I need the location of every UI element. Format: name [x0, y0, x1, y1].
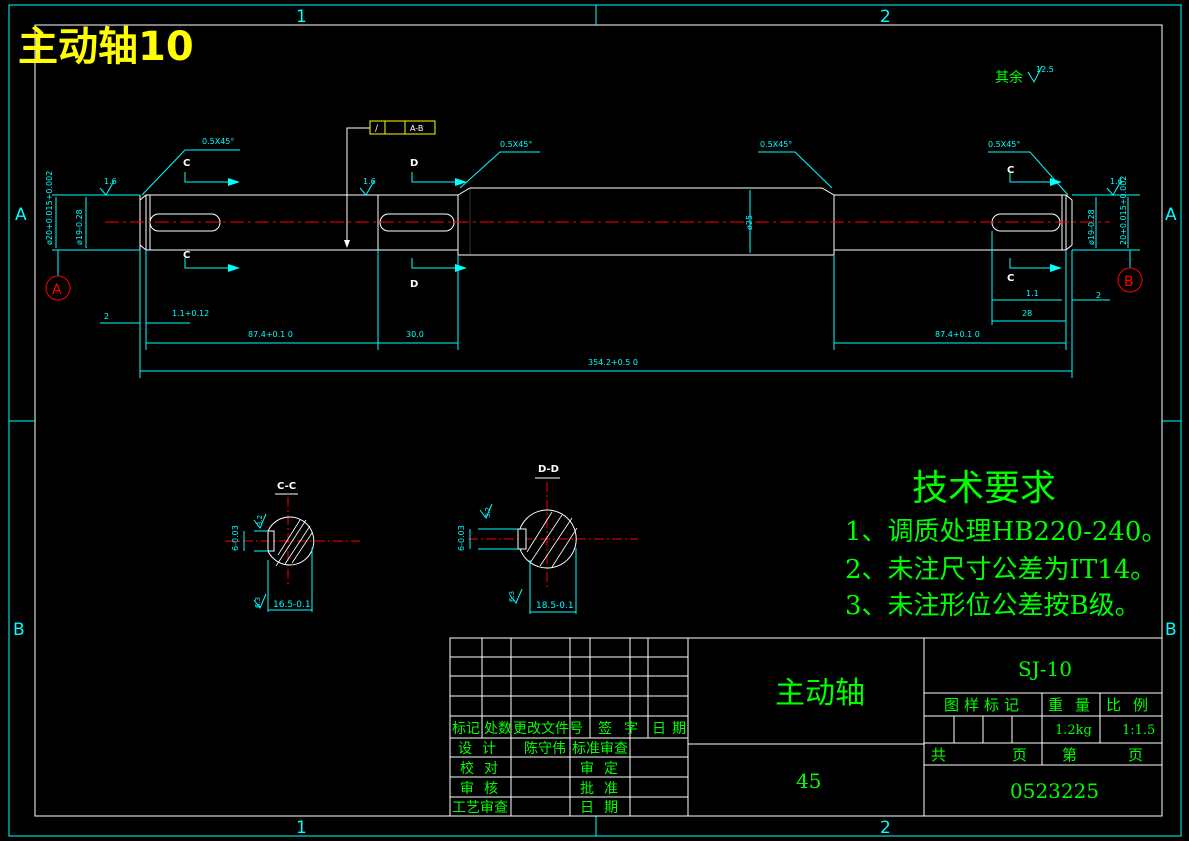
row-proof-check: 审定 [580, 761, 628, 777]
header-scale: 比例 [1106, 696, 1160, 714]
zone-mark-left-b: B [13, 620, 25, 640]
rev-header-mark: 标记 [452, 721, 480, 737]
dia-right-inner: ø19-0.28 [1087, 209, 1096, 245]
dia-left-outer: ø20+0.015+0.002 [45, 171, 54, 245]
rev-header-date: 日期 [652, 721, 692, 737]
row-process-role: 工艺审查 [452, 800, 508, 816]
zone-mark-bottom-1: 1 [296, 818, 307, 838]
cc-width-dim: 16.5-0.1 [273, 600, 311, 610]
dd-rough-a: 3.2 [484, 507, 492, 518]
dim-87-left: 87.4+0.1 0 [248, 330, 293, 339]
part-name: 主动轴 [775, 676, 865, 711]
scale-value: 1:1.5 [1122, 723, 1155, 738]
row-review-check: 批准 [580, 781, 628, 797]
corner-title: 主动轴10 [18, 24, 194, 70]
sheets-unit-label-1: 页 [1012, 746, 1027, 764]
section-c-mark-4: C [1007, 273, 1014, 284]
dim-28: 28 [1022, 309, 1032, 318]
chamfer-label-2: 0.5X45° [500, 140, 532, 149]
roughness-value-1: 1.6 [104, 177, 117, 186]
dim-87-right: 87.4+0.1 0 [935, 330, 980, 339]
datum-a-label: A [52, 282, 62, 298]
sheets-unit-label-2: 页 [1128, 746, 1143, 764]
row-proof-role: 校对 [460, 760, 508, 777]
row-design-role: 设计 [458, 741, 506, 757]
rev-header-doc: 更改文件号 [513, 721, 583, 737]
tech-req-item-3: 3、未注形位公差按B级。 [845, 591, 1141, 621]
section-c-mark-1: C [183, 158, 190, 169]
chamfer-label-1: 0.5X45° [202, 137, 234, 146]
cc-rough-a: 3.2 [256, 515, 264, 526]
section-c-mark-3: C [1007, 165, 1014, 176]
tech-req-item-1: 1、调质处理HB220-240。 [845, 517, 1167, 547]
row-process-check: 日期 [580, 800, 628, 816]
dd-rough-b: 6.3 [508, 591, 516, 602]
row-design-check: 标准审查 [572, 741, 628, 757]
roughness-default-value: 12.5 [1036, 65, 1054, 74]
chamfer-label-4: 0.5X45° [988, 140, 1020, 149]
section-cc-title: C-C [277, 481, 296, 492]
roughness-value-2: 1.6 [363, 177, 376, 186]
header-sample-mark: 图样标记 [944, 696, 1024, 714]
section-d-mark-2: D [410, 279, 418, 290]
dim-2-left: 2 [104, 312, 109, 321]
roughness-default-label: 其余 [995, 69, 1023, 86]
dim-30: 30.0 [406, 330, 424, 339]
engineering-drawing: 1 2 A B A B 1 2 主动轴10 其余 12.5 C C D D C … [0, 0, 1189, 841]
datum-b-label: B [1124, 274, 1134, 290]
sheet-no-label: 第 [1062, 746, 1077, 764]
zone-mark-bottom-2: 2 [880, 818, 891, 838]
tolerance-ref: A-B [410, 124, 423, 133]
dd-key-dim: 6-0.03 [457, 525, 466, 551]
zone-mark-left-a: A [15, 205, 27, 225]
part-code: 0523225 [1010, 779, 1099, 803]
cc-rough-b: 6.3 [254, 597, 262, 608]
rev-header-sign: 签字 [598, 720, 650, 737]
rev-header-count: 处数 [484, 721, 512, 737]
row-design-name: 陈守伟 [524, 740, 566, 757]
dim-1-1-right: 1.1 [1026, 289, 1039, 298]
row-review-role: 审核 [460, 781, 508, 797]
dim-1-1-left: 1.1+0.12 [172, 309, 209, 318]
tech-req-title: 技术要求 [912, 468, 1056, 509]
section-c-mark-2: C [183, 250, 190, 261]
weight-value: 1.2kg [1055, 723, 1092, 738]
dd-width-dim: 18.5-0.1 [536, 601, 574, 611]
dia-right-outer: 20+0.015+0.002 [1119, 176, 1128, 245]
tech-req-item-2: 2、未注尺寸公差为IT14。 [845, 555, 1156, 585]
dim-2-right: 2 [1096, 291, 1101, 300]
sheets-total-label: 共 [931, 746, 946, 764]
zone-mark-right-b: B [1165, 620, 1177, 640]
dia-left-inner: ø19-0.28 [75, 209, 84, 245]
dia-mid: ø25 [745, 215, 754, 230]
material: 45 [796, 769, 821, 793]
dim-total: 354.2+0.5 0 [588, 358, 638, 367]
chamfer-label-3: 0.5X45° [760, 140, 792, 149]
cc-key-dim: 6-0.03 [231, 525, 240, 551]
section-dd-title: D-D [538, 464, 559, 475]
drawing-number: SJ-10 [1018, 657, 1072, 681]
zone-mark-top-2: 2 [880, 7, 891, 27]
zone-mark-right-a: A [1165, 205, 1177, 225]
header-weight: 重量 [1048, 696, 1102, 714]
zone-mark-top-1: 1 [296, 7, 307, 27]
section-d-mark-1: D [410, 158, 418, 169]
